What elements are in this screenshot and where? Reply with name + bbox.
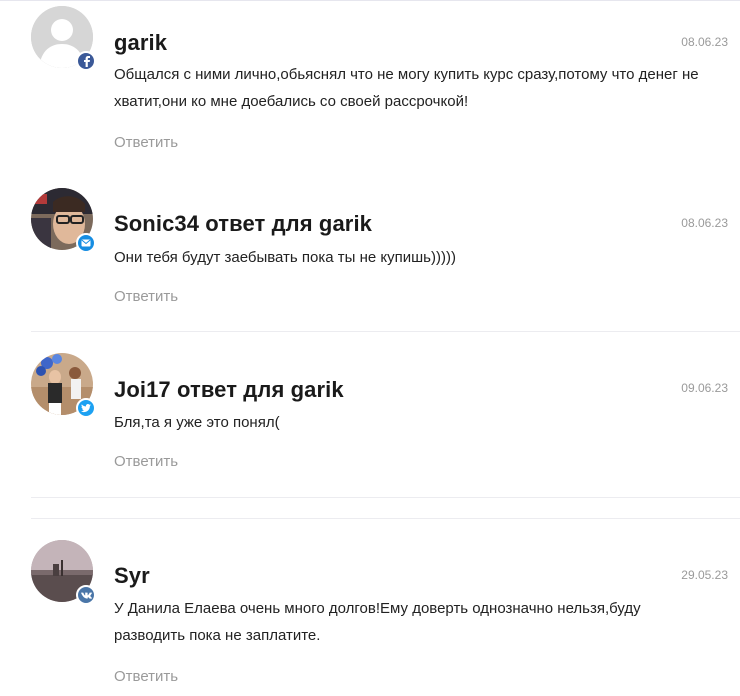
comment-author: Sonic34 ответ для garik xyxy=(114,211,372,236)
comment-author: Syr xyxy=(114,563,150,588)
comment-date: 08.06.23 xyxy=(681,216,728,230)
comment-date: 09.06.23 xyxy=(681,381,728,395)
top-divider xyxy=(0,0,740,1)
comment-text: Они тебя будут заебывать пока ты не купи… xyxy=(114,249,456,266)
comment-date: 29.05.23 xyxy=(681,568,728,582)
divider xyxy=(31,518,740,519)
comment-text: Бля,та я уже это понял( xyxy=(114,414,280,431)
divider xyxy=(31,331,740,332)
comment-author: Joi17 ответ для garik xyxy=(114,377,344,402)
facebook-icon xyxy=(76,51,96,71)
divider xyxy=(31,497,740,498)
twitter-icon xyxy=(76,398,96,418)
comment-text: Общался с ними лично,обьяснял что не мог… xyxy=(114,66,699,110)
comment-date: 08.06.23 xyxy=(681,35,728,49)
reply-link[interactable]: Ответить xyxy=(114,453,178,470)
comment-text: У Данила Елаева очень много долгов!Ему д… xyxy=(114,600,641,644)
reply-link[interactable]: Ответить xyxy=(114,134,178,151)
reply-link[interactable]: Ответить xyxy=(114,668,178,685)
comment-author: garik xyxy=(114,30,168,55)
reply-link[interactable]: Ответить xyxy=(114,288,178,305)
vk-icon xyxy=(76,585,96,605)
mail-icon xyxy=(76,233,96,253)
